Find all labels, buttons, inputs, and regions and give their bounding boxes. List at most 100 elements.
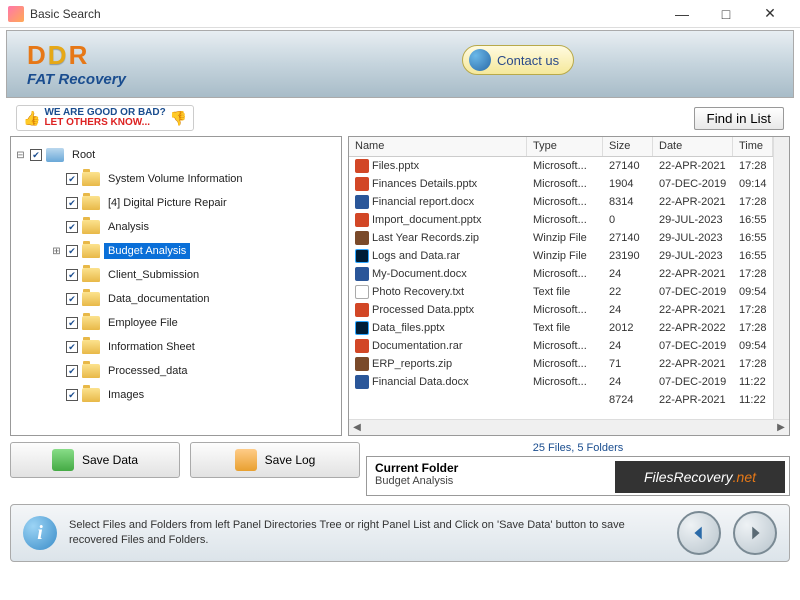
folder-icon	[82, 220, 100, 234]
tree-item-label: [4] Digital Picture Repair	[104, 195, 231, 211]
tree-item[interactable]: ⊞ ✔ Budget Analysis	[15, 239, 337, 263]
next-button[interactable]	[733, 511, 777, 555]
tree-checkbox[interactable]: ✔	[66, 245, 78, 257]
list-row[interactable]: Processed Data.pptxMicrosoft...2422-APR-…	[349, 301, 773, 319]
file-time: 11:22	[733, 394, 773, 406]
file-time: 17:28	[733, 358, 773, 370]
list-body[interactable]: Files.pptxMicrosoft...2714022-APR-202117…	[349, 157, 773, 419]
list-row[interactable]: Data_files.pptxText file201222-APR-20221…	[349, 319, 773, 337]
contact-us-button[interactable]: Contact us	[462, 45, 574, 75]
file-date: 07-DEC-2019	[653, 178, 733, 190]
file-size: 8314	[603, 196, 653, 208]
minimize-button[interactable]: —	[660, 0, 704, 28]
tree-checkbox[interactable]: ✔	[66, 389, 78, 401]
list-row[interactable]: Logs and Data.rarWinzip File2319029-JUL-…	[349, 247, 773, 265]
feedback-banner[interactable]: 👍 WE ARE GOOD OR BAD? LET OTHERS KNOW...…	[16, 105, 194, 131]
save-data-button[interactable]: Save Data	[10, 442, 180, 478]
file-type: Microsoft...	[527, 358, 603, 370]
tree-checkbox[interactable]: ✔	[66, 197, 78, 209]
tree-item-label: Analysis	[104, 219, 153, 235]
file-date: 22-APR-2021	[653, 304, 733, 316]
list-row[interactable]: Financial report.docxMicrosoft...831422-…	[349, 193, 773, 211]
list-row[interactable]: Photo Recovery.txtText file2207-DEC-2019…	[349, 283, 773, 301]
maximize-button[interactable]: □	[704, 0, 748, 28]
tree-item-label: Images	[104, 387, 148, 403]
col-time[interactable]: Time	[733, 137, 773, 156]
tree-item[interactable]: ✔Client_Submission	[15, 263, 337, 287]
file-time: 17:28	[733, 322, 773, 334]
titlebar: Basic Search — □ ✕	[0, 0, 800, 28]
scroll-right-icon[interactable]: ▶	[773, 422, 789, 433]
current-folder-box: Current Folder Budget Analysis FilesReco…	[366, 456, 790, 496]
list-row[interactable]: 872422-APR-202111:22	[349, 391, 773, 409]
feedback-line2: LET OTHERS KNOW...	[44, 118, 165, 128]
list-row[interactable]: Import_document.pptxMicrosoft...029-JUL-…	[349, 211, 773, 229]
tree-item[interactable]: ✔ Images	[15, 383, 337, 407]
list-row[interactable]: Last Year Records.zipWinzip File2714029-…	[349, 229, 773, 247]
file-name: Data_files.pptx	[372, 322, 445, 334]
tree-checkbox[interactable]: ✔	[30, 149, 42, 161]
back-button[interactable]	[677, 511, 721, 555]
col-size[interactable]: Size	[603, 137, 653, 156]
folder-icon	[82, 292, 100, 306]
footer-text: Select Files and Folders from left Panel…	[69, 518, 665, 549]
tree-item[interactable]: ✔Information Sheet	[15, 335, 337, 359]
tree-checkbox[interactable]: ✔	[66, 317, 78, 329]
file-icon	[355, 375, 369, 389]
tree-checkbox[interactable]: ✔	[66, 221, 78, 233]
collapse-icon[interactable]: ⊟	[15, 150, 26, 161]
file-time: 16:55	[733, 214, 773, 226]
tree-checkbox[interactable]: ✔	[66, 293, 78, 305]
col-name[interactable]: Name	[349, 137, 527, 156]
file-size: 22	[603, 286, 653, 298]
col-type[interactable]: Type	[527, 137, 603, 156]
tree-checkbox[interactable]: ✔	[66, 173, 78, 185]
file-size: 27140	[603, 160, 653, 172]
folder-icon	[82, 196, 100, 210]
list-row[interactable]: My-Document.docxMicrosoft...2422-APR-202…	[349, 265, 773, 283]
tree-checkbox[interactable]: ✔	[66, 269, 78, 281]
list-row[interactable]: Files.pptxMicrosoft...2714022-APR-202117…	[349, 157, 773, 175]
save-log-button[interactable]: Save Log	[190, 442, 360, 478]
list-row[interactable]: Financial Data.docxMicrosoft...2407-DEC-…	[349, 373, 773, 391]
vertical-scrollbar[interactable]	[773, 137, 789, 419]
footer: i Select Files and Folders from left Pan…	[10, 504, 790, 562]
tree-item-label: Budget Analysis	[104, 243, 190, 259]
expand-icon[interactable]: ⊞	[51, 246, 62, 257]
list-row[interactable]: Finances Details.pptxMicrosoft...190407-…	[349, 175, 773, 193]
folder-tree[interactable]: ⊟ ✔ Root ✔System Volume Information✔[4] …	[10, 136, 342, 436]
tree-item[interactable]: ✔Processed_data	[15, 359, 337, 383]
tree-item[interactable]: ✔System Volume Information	[15, 167, 337, 191]
file-date: 07-DEC-2019	[653, 340, 733, 352]
save-log-label: Save Log	[265, 453, 316, 467]
file-name: Documentation.rar	[372, 340, 463, 352]
save-data-icon	[52, 449, 74, 471]
file-date: 22-APR-2021	[653, 160, 733, 172]
tree-item[interactable]: ✔Employee File	[15, 311, 337, 335]
tree-checkbox[interactable]: ✔	[66, 365, 78, 377]
tree-checkbox[interactable]: ✔	[66, 341, 78, 353]
file-time: 16:55	[733, 232, 773, 244]
find-in-list-button[interactable]: Find in List	[694, 107, 784, 130]
file-name: Finances Details.pptx	[372, 178, 477, 190]
tree-item[interactable]: ✔ Analysis	[15, 215, 337, 239]
below-row: Save Data Save Log 25 Files, 5 Folders C…	[0, 436, 800, 496]
col-date[interactable]: Date	[653, 137, 733, 156]
scroll-left-icon[interactable]: ◀	[349, 422, 365, 433]
file-size: 23190	[603, 250, 653, 262]
list-row[interactable]: ERP_reports.zipMicrosoft...7122-APR-2021…	[349, 355, 773, 373]
thumbs-up-icon: 👍	[23, 110, 40, 127]
file-type: Winzip File	[527, 250, 603, 262]
file-date: 22-APR-2021	[653, 358, 733, 370]
close-button[interactable]: ✕	[748, 0, 792, 28]
save-data-label: Save Data	[82, 453, 138, 467]
file-size: 24	[603, 340, 653, 352]
tree-item[interactable]: ✔ [4] Digital Picture Repair	[15, 191, 337, 215]
tree-root[interactable]: ⊟ ✔ Root	[15, 143, 337, 167]
contact-avatar-icon	[469, 49, 491, 71]
banner-logo: DDR FAT Recovery	[27, 40, 126, 88]
banner: DDR FAT Recovery Contact us	[6, 30, 794, 98]
tree-item[interactable]: ✔Data_documentation	[15, 287, 337, 311]
horizontal-scrollbar[interactable]: ◀ ▶	[349, 419, 789, 435]
list-row[interactable]: Documentation.rarMicrosoft...2407-DEC-20…	[349, 337, 773, 355]
